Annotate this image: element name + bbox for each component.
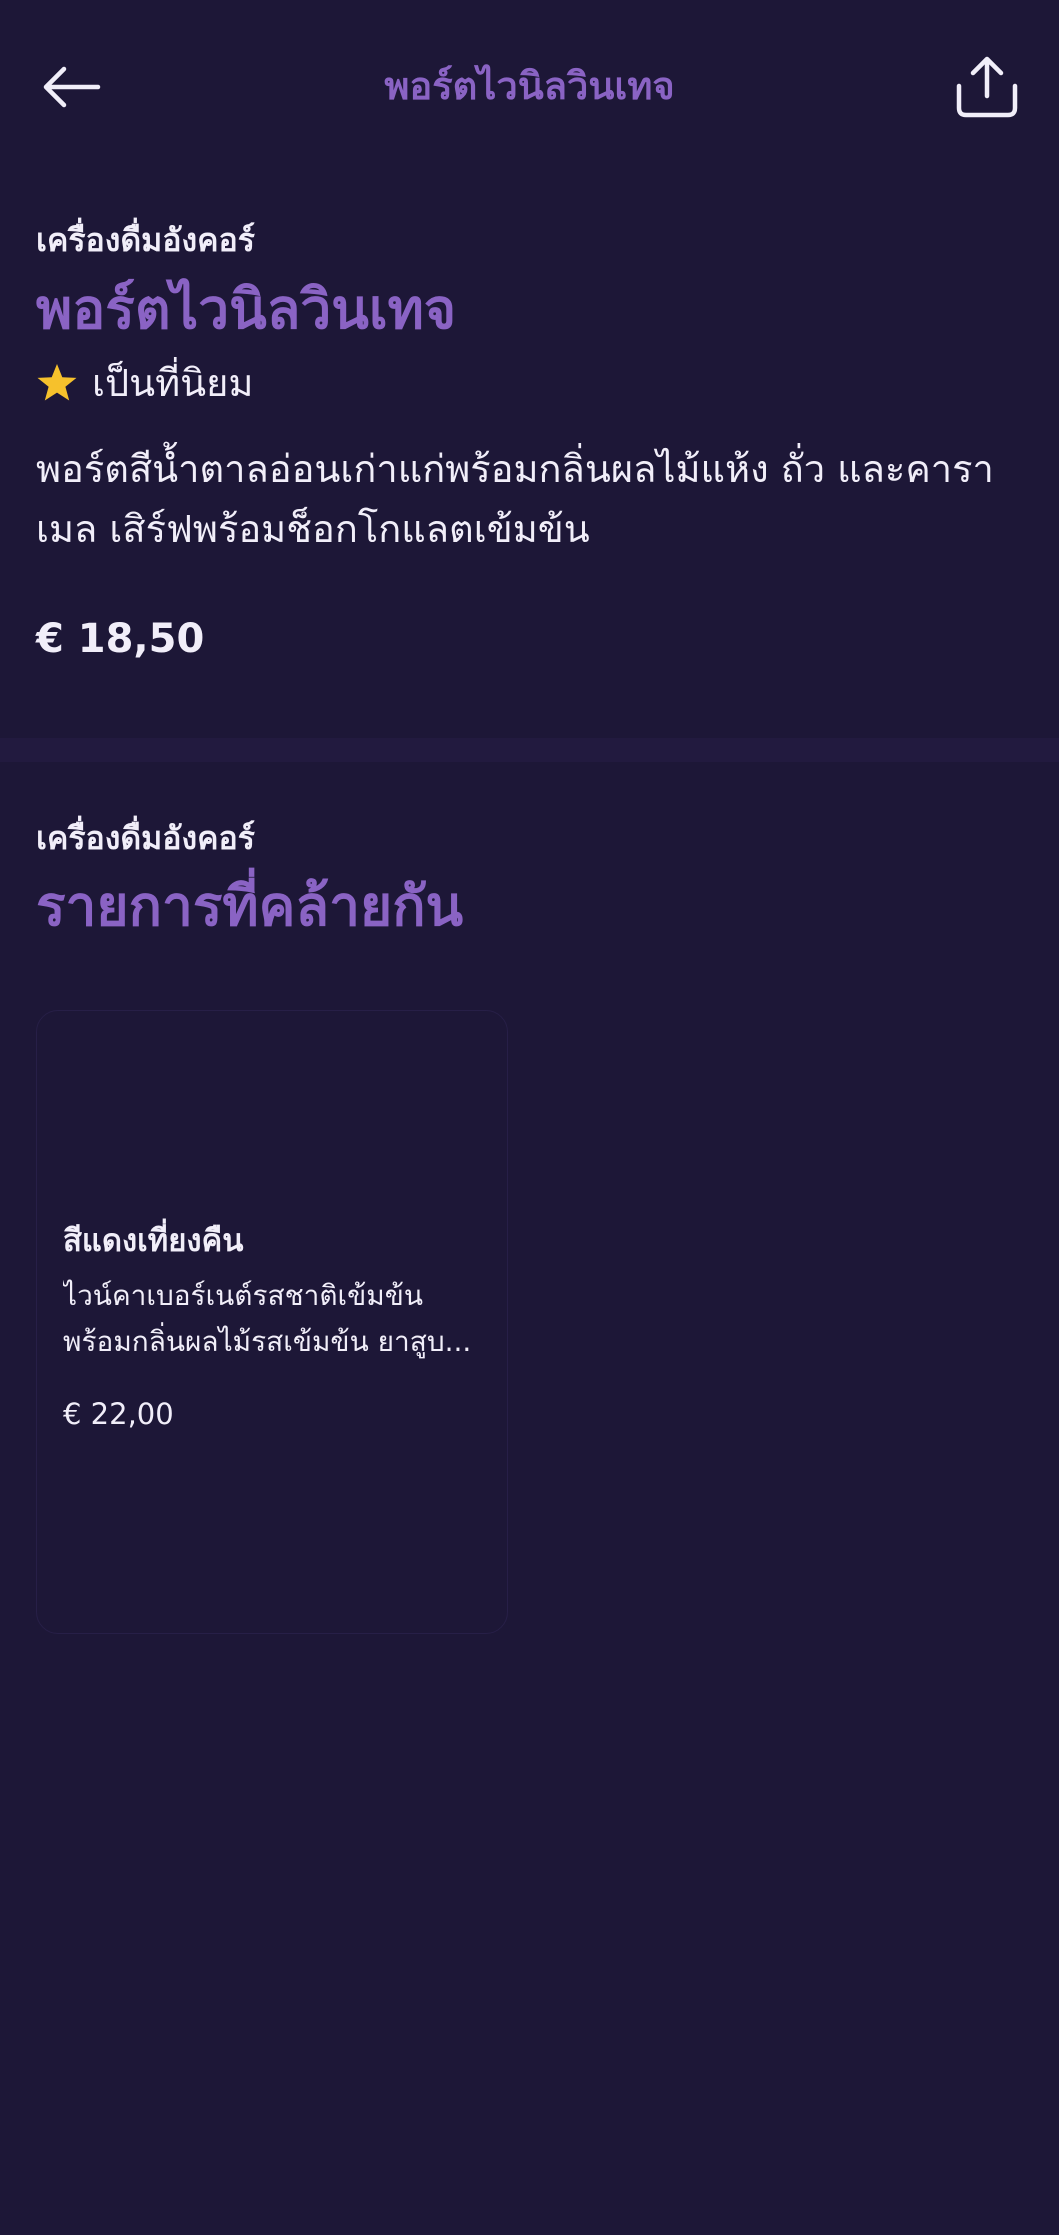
similar-category: เครื่องดื่มอังคอร์ <box>36 819 255 857</box>
description-line: เมล เสิร์ฟพร้อมช็อกโกแลตเข้มข้น <box>36 507 590 551</box>
product-name: พอร์ตไวนิลวินเทจ <box>36 277 457 341</box>
card-description: ไวน์คาเบอร์เนต์รสชาติเข้มข้น พร้อมกลิ่นผ… <box>63 1273 493 1365</box>
card-price: € 22,00 <box>63 1397 174 1431</box>
share-button[interactable] <box>950 50 1024 124</box>
card-body: สีแดงเที่ยงคืน ไวน์คาเบอร์เนต์รสชาติเข้ม… <box>63 1211 493 1437</box>
page-title: พอร์ตไวนิลวินเทจ <box>384 64 675 108</box>
popular-label: เป็นที่นิยม <box>92 361 254 405</box>
product-details: เครื่องดื่มอังคอร์ พอร์ตไวนิลวินเทจ เป็น… <box>36 215 1026 669</box>
card-description-line: พร้อมกลิ่นผลไม้รสเข้มข้น ยาสูบ... <box>63 1325 472 1358</box>
similar-items-section: เครื่องดื่มอังคอร์ รายการที่คล้ายกัน <box>36 810 1026 946</box>
arrow-left-icon <box>43 66 101 108</box>
popular-badge: เป็นที่นิยม <box>36 353 1026 413</box>
product-price: € 18,50 <box>36 616 205 662</box>
product-description: พอร์ตสีน้ำตาลอ่อนเก่าแก่พร้อมกลิ่นผลไม้แ… <box>36 439 1026 559</box>
section-divider <box>0 738 1059 762</box>
similar-item-card[interactable]: สีแดงเที่ยงคืน ไวน์คาเบอร์เนต์รสชาติเข้ม… <box>36 1010 508 1634</box>
share-icon <box>956 56 1018 118</box>
card-title: สีแดงเที่ยงคืน <box>63 1223 244 1259</box>
top-bar: พอร์ตไวนิลวินเทจ <box>0 0 1059 170</box>
card-description-line: ไวน์คาเบอร์เนต์รสชาติเข้มข้น <box>63 1279 423 1312</box>
description-line: พอร์ตสีน้ำตาลอ่อนเก่าแก่พร้อมกลิ่นผลไม้แ… <box>36 447 994 491</box>
product-category: เครื่องดื่มอังคอร์ <box>36 221 255 259</box>
back-button[interactable] <box>36 52 106 122</box>
star-icon <box>36 362 78 404</box>
similar-title: รายการที่คล้ายกัน <box>36 874 464 938</box>
